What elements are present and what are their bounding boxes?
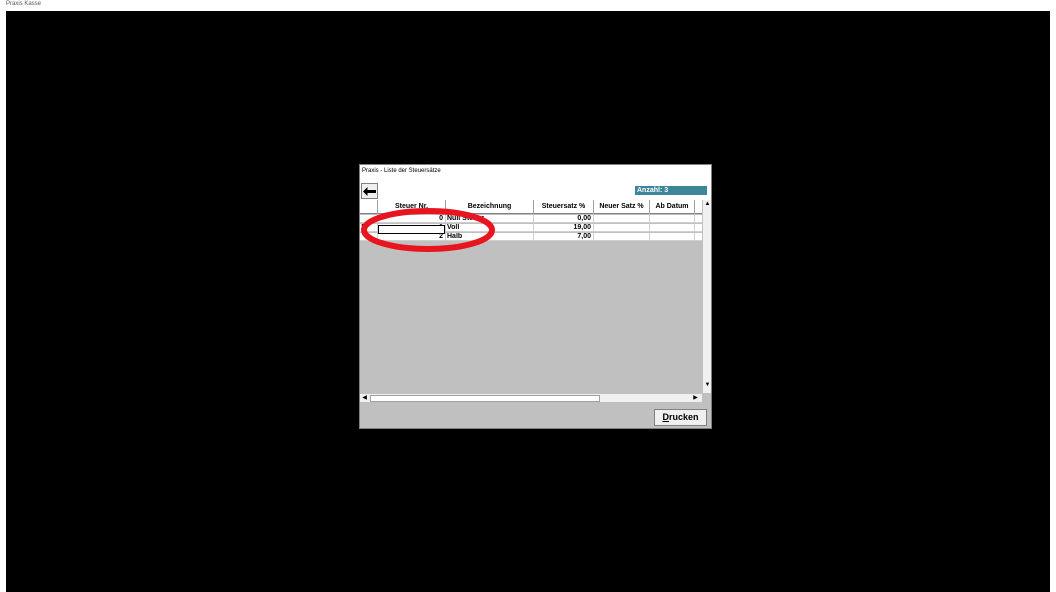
cell-tax-rate[interactable]: 7,00 <box>534 233 594 241</box>
scroll-down-icon[interactable]: ▼ <box>703 381 712 390</box>
scroll-up-icon[interactable]: ▲ <box>703 200 712 209</box>
cell-from-date[interactable] <box>650 215 695 223</box>
cell-new-rate[interactable] <box>594 233 650 241</box>
print-button[interactable]: Drucken <box>654 409 707 426</box>
horizontal-scrollbar[interactable]: ◀ ▶ <box>360 393 702 402</box>
cell-tax-rate[interactable]: 19,00 <box>534 224 594 232</box>
tax-rates-dialog: Praxis - Liste der Steuersätze Anzahl: 3… <box>359 164 712 429</box>
dialog-title: Praxis - Liste der Steuersätze <box>362 168 441 174</box>
column-header-new-rate[interactable]: Neuer Satz % <box>594 200 650 214</box>
scroll-left-icon[interactable]: ◀ <box>360 394 369 403</box>
dialog-toolbar: Anzahl: 3 <box>360 182 711 200</box>
red-highlight-ellipse <box>361 208 495 252</box>
scroll-right-icon[interactable]: ▶ <box>691 394 700 403</box>
app-title: Praxis Kasse <box>6 1 42 7</box>
cell-new-rate[interactable] <box>594 224 650 232</box>
cell-from-date[interactable] <box>650 233 695 241</box>
arrow-left-icon <box>363 186 376 196</box>
record-count-badge: Anzahl: 3 <box>635 186 707 195</box>
column-header-from-date[interactable]: Ab Datum <box>650 200 695 214</box>
cell-tax-rate[interactable]: 0,00 <box>534 215 594 223</box>
cell-from-date[interactable] <box>650 224 695 232</box>
vertical-scrollbar[interactable]: ▲ ▼ <box>702 200 711 393</box>
dialog-titlebar: Praxis - Liste der Steuersätze <box>360 165 711 182</box>
back-button[interactable] <box>361 183 378 199</box>
cell-new-rate[interactable] <box>594 215 650 223</box>
app-titlebar: Praxis Kasse <box>0 0 1056 11</box>
horizontal-scroll-thumb[interactable] <box>370 395 600 402</box>
column-header-tax-rate[interactable]: Steuersatz % <box>534 200 594 214</box>
print-button-label: rucken <box>668 412 699 422</box>
